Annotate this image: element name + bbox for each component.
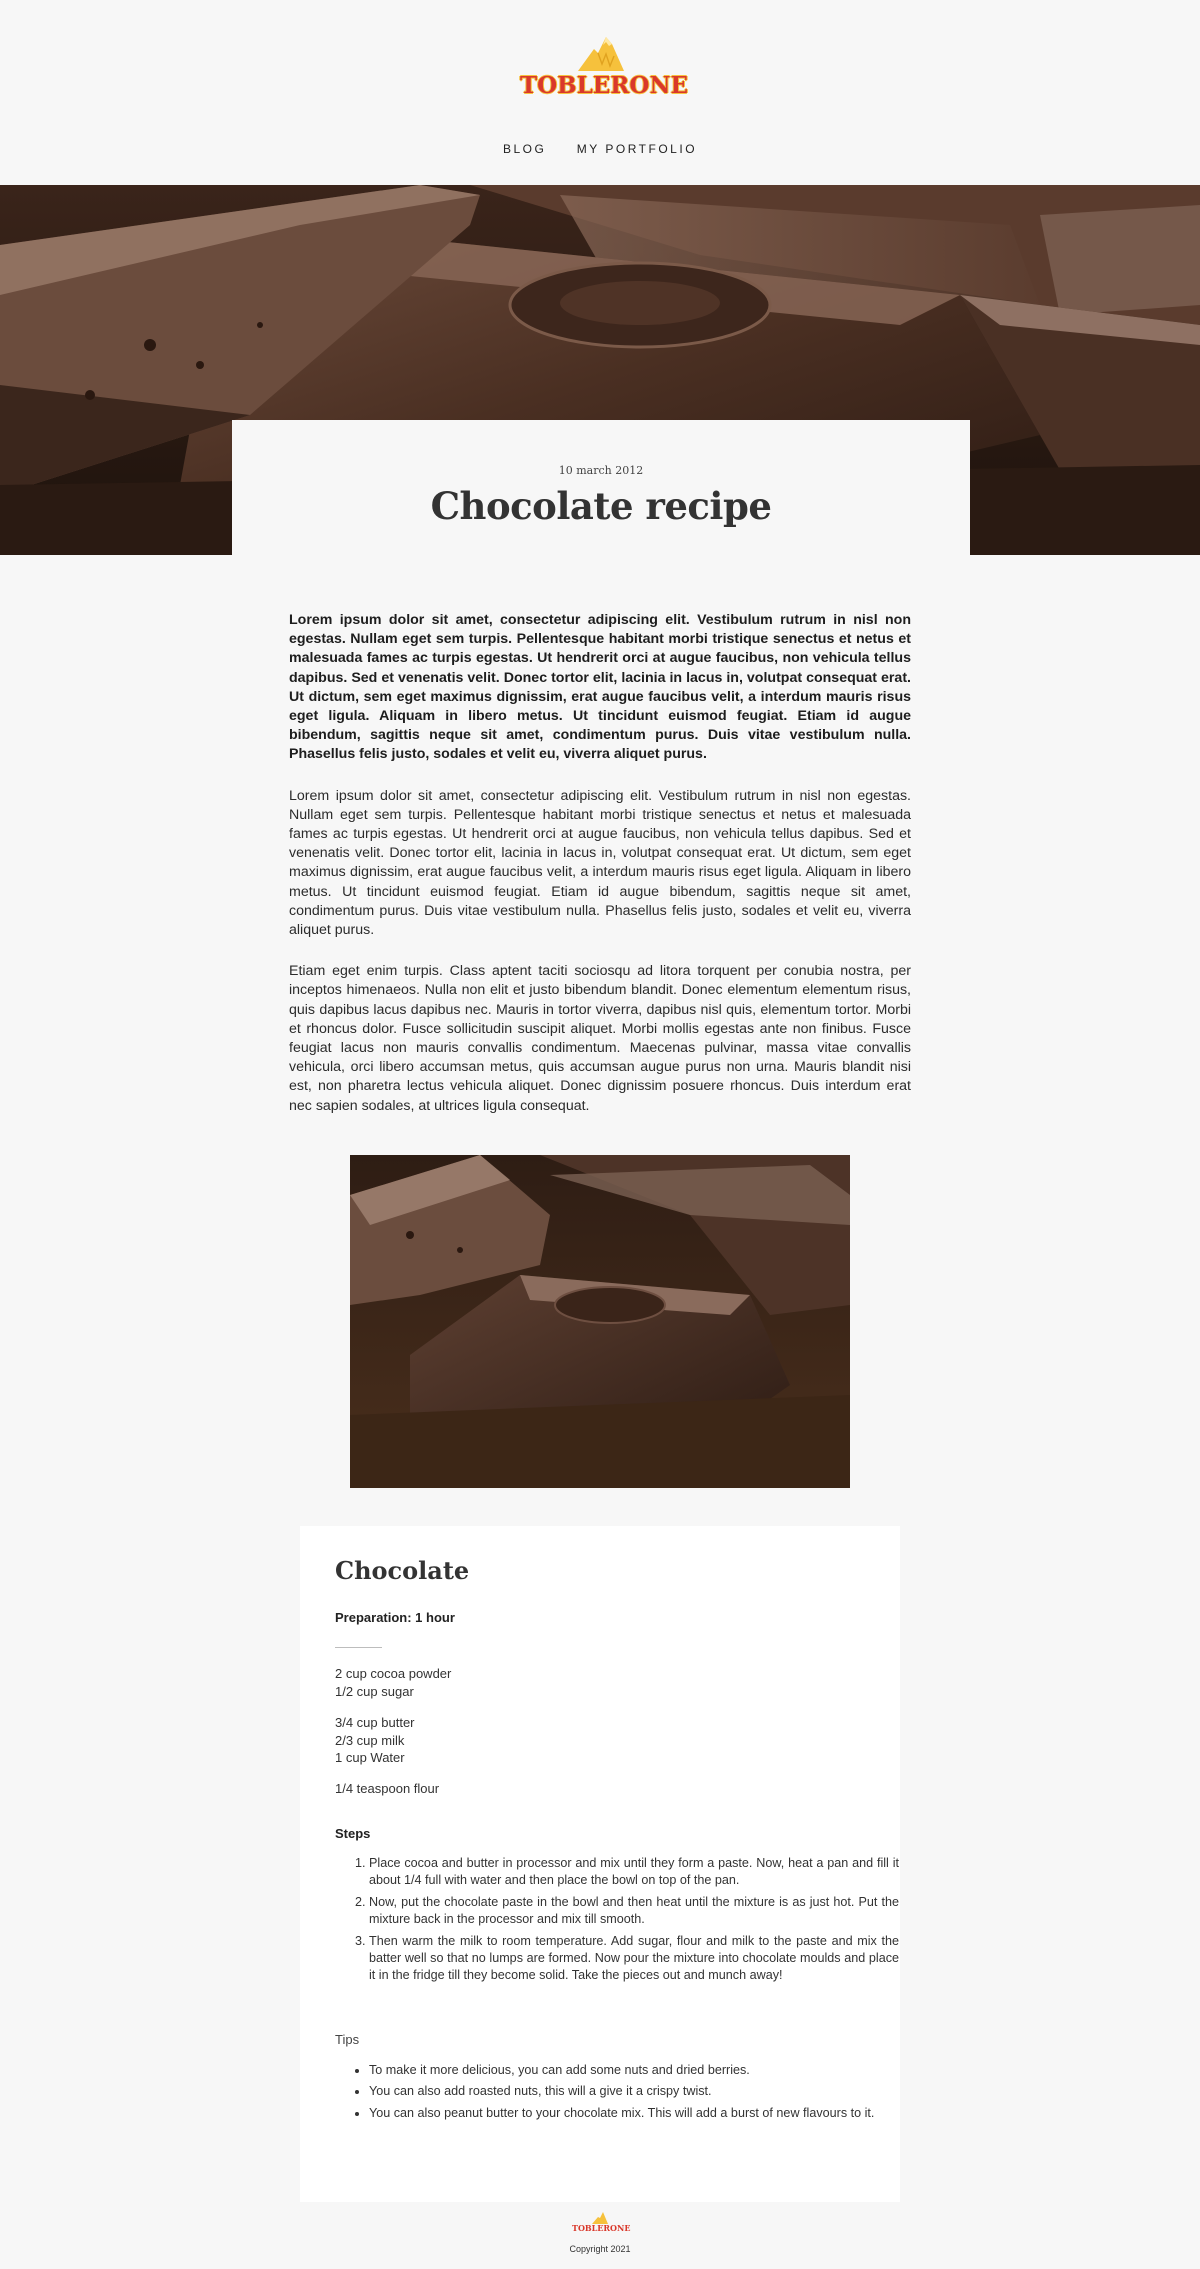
- ingredient-group: 1/4 teaspoon flour: [335, 1780, 439, 1798]
- brand-logo[interactable]: TOBLERONE: [520, 34, 688, 104]
- ingredient-group: 3/4 cup butter 2/3 cup milk 1 cup Water: [335, 1714, 415, 1767]
- step-item: Now, put the chocolate paste in the bowl…: [369, 1894, 899, 1929]
- step-item: Place cocoa and butter in processor and …: [369, 1855, 899, 1890]
- steps-heading: Steps: [335, 1826, 371, 1841]
- title-card: 10 march 2012 Chocolate recipe: [232, 420, 970, 555]
- ingredient-item: 3/4 cup butter: [335, 1715, 415, 1730]
- article-image: [350, 1155, 850, 1488]
- article-body: Lorem ipsum dolor sit amet, consectetur …: [289, 611, 911, 1138]
- divider: [335, 1647, 382, 1648]
- tips-list: To make it more delicious, you can add s…: [335, 2062, 899, 2126]
- recipe-card: Chocolate Preparation: 1 hour 2 cup coco…: [300, 1526, 900, 2202]
- post-date: 10 march 2012: [558, 464, 644, 477]
- chocolate-bars-photo: [350, 1155, 850, 1488]
- brand-wordmark: TOBLERONE: [520, 72, 688, 99]
- body-paragraph: Etiam eget enim turpis. Class aptent tac…: [289, 963, 911, 1114]
- ingredient-item: 1 cup Water: [335, 1750, 405, 1765]
- footer-wordmark: TOBLERONE: [572, 2223, 631, 2233]
- prep-time: Preparation: 1 hour: [335, 1610, 455, 1625]
- step-item: Then warm the milk to room temperature. …: [369, 1933, 899, 1985]
- main-nav: BLOG MY PORTFOLIO: [0, 140, 1200, 158]
- copyright-text: Copyright 2021: [569, 2244, 631, 2254]
- ingredient-item: 2/3 cup milk: [335, 1732, 405, 1748]
- ingredient-item: 1/4 teaspoon flour: [335, 1781, 440, 1796]
- tip-item: You can also add roasted nuts, this will…: [369, 2083, 899, 2100]
- ingredient-group: 2 cup cocoa powder 1/2 cup sugar: [335, 1665, 451, 1700]
- ingredient-item: 1/2 cup sugar: [335, 1683, 414, 1699]
- nav-item-portfolio[interactable]: MY PORTFOLIO: [577, 142, 697, 156]
- site-footer: TOBLERONE Copyright 2021: [0, 2210, 1200, 2269]
- nav-item-blog[interactable]: BLOG: [503, 142, 546, 156]
- footer-logo[interactable]: TOBLERONE: [572, 2212, 631, 2236]
- ingredient-item: 2 cup cocoa powder: [335, 1666, 452, 1681]
- mountain-logo-icon: [578, 37, 624, 71]
- lead-paragraph: Lorem ipsum dolor sit amet, consectetur …: [289, 612, 911, 763]
- tips-heading: Tips: [335, 2032, 360, 2047]
- site-header: TOBLERONE BLOG MY PORTFOLIO: [0, 0, 1200, 185]
- body-paragraph: Lorem ipsum dolor sit amet, consectetur …: [289, 787, 911, 939]
- page-title: Chocolate recipe: [430, 484, 772, 528]
- tip-item: To make it more delicious, you can add s…: [369, 2062, 899, 2079]
- steps-list: Place cocoa and butter in processor and …: [335, 1855, 899, 1989]
- tip-item: You can also peanut butter to your choco…: [369, 2105, 899, 2122]
- recipe-title: Chocolate: [335, 1556, 470, 1585]
